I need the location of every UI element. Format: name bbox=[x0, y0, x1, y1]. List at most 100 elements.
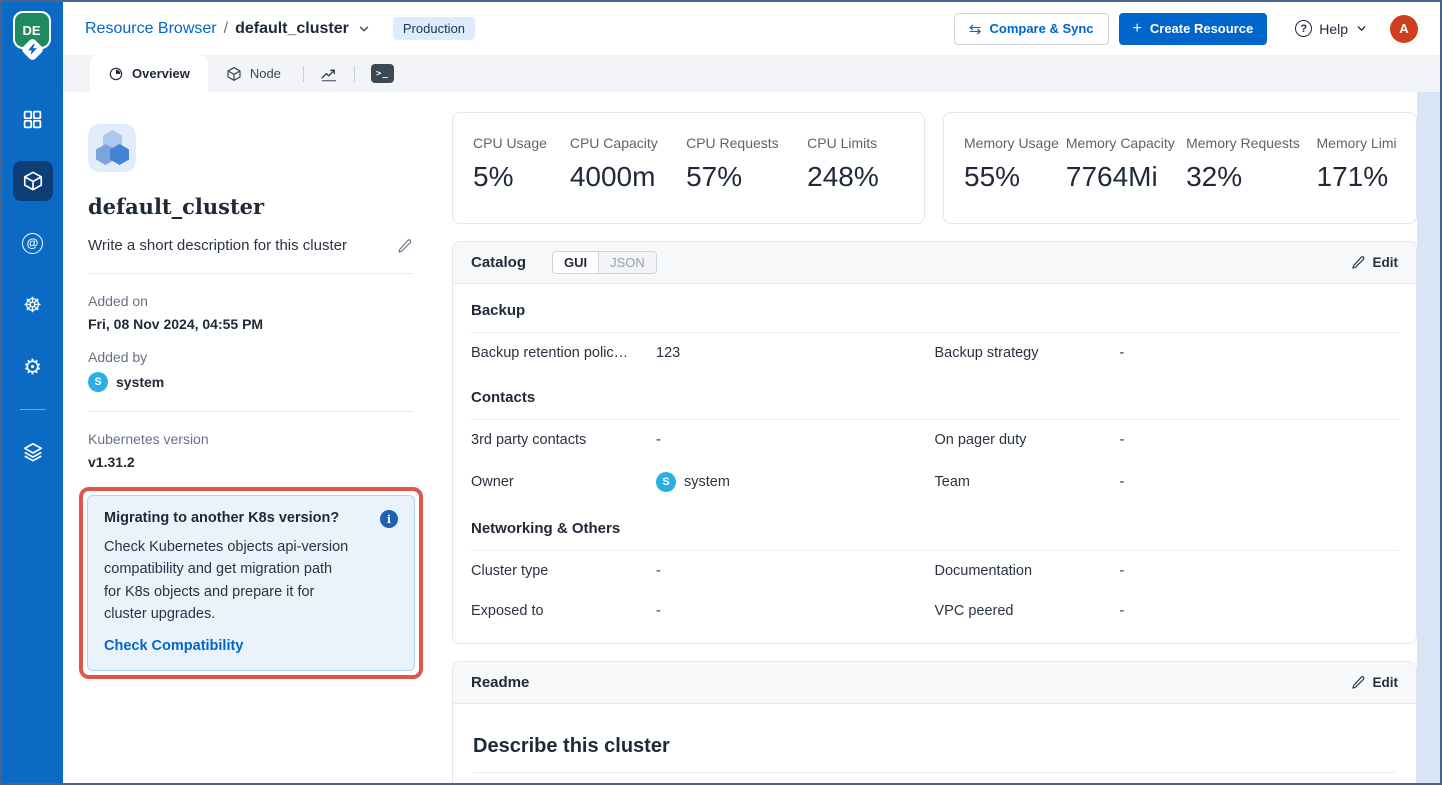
added-by-label: Added by bbox=[88, 349, 413, 365]
divider bbox=[88, 411, 413, 412]
annotation-highlight-border: Migrating to another K8s version? i Chec… bbox=[79, 487, 423, 679]
section-title-backup: Backup bbox=[471, 286, 1398, 333]
memory-requests-label: Memory Requests bbox=[1186, 135, 1316, 151]
field-documentation: Documentation - bbox=[935, 551, 1399, 591]
at-circle-icon: @ bbox=[22, 233, 43, 254]
cube-icon bbox=[22, 170, 44, 192]
cluster-hexagons-icon bbox=[88, 124, 136, 172]
readme-body: Describe this cluster bbox=[453, 704, 1416, 785]
environment-badge: Production bbox=[393, 17, 475, 40]
overview-icon bbox=[108, 66, 124, 82]
gear-icon: ⚙ bbox=[23, 357, 42, 378]
swap-arrows-icon: ⇆ bbox=[969, 20, 982, 38]
header-actions: ⇆ Compare & Sync + Create Resource ? Hel… bbox=[954, 13, 1418, 45]
tab-monitoring[interactable] bbox=[308, 55, 350, 92]
cpu-requests-value: 57% bbox=[686, 161, 807, 193]
memory-limits-label: Memory Limits bbox=[1317, 135, 1396, 151]
toggle-json[interactable]: JSON bbox=[599, 252, 656, 273]
sidebar-item-resource-browser[interactable] bbox=[13, 161, 53, 201]
readme-heading: Describe this cluster bbox=[473, 735, 1396, 773]
compare-sync-label: Compare & Sync bbox=[989, 21, 1093, 36]
field-on-pager-duty: On pager duty - bbox=[935, 420, 1399, 460]
sidebar-item-stack-manager[interactable] bbox=[13, 432, 53, 472]
cluster-tabbar: Overview Node >_ bbox=[63, 55, 1440, 92]
sidebar-divider bbox=[20, 409, 46, 410]
pencil-icon bbox=[1351, 255, 1366, 270]
breadcrumb-resource-browser[interactable]: Resource Browser bbox=[85, 20, 217, 38]
readme-edit-button[interactable]: Edit bbox=[1351, 675, 1399, 690]
pencil-icon bbox=[1351, 675, 1366, 690]
app-window: DE @ bbox=[0, 0, 1442, 785]
toggle-gui[interactable]: GUI bbox=[553, 252, 599, 273]
page-header: Resource Browser / default_cluster Produ… bbox=[63, 2, 1440, 55]
cpu-limits-value: 248% bbox=[807, 161, 904, 193]
field-exposed-to: Exposed to - bbox=[471, 591, 935, 631]
scrollbar-gutter[interactable] bbox=[1417, 92, 1440, 783]
memory-limits-value: 171% bbox=[1317, 161, 1396, 193]
tab-overview[interactable]: Overview bbox=[90, 55, 208, 92]
field-backup-retention: Backup retention polic… 123 bbox=[471, 333, 935, 373]
node-cube-icon bbox=[226, 66, 242, 82]
sidebar-item-helm-charts[interactable]: ☸ bbox=[13, 285, 53, 325]
plus-icon: + bbox=[1133, 20, 1142, 38]
help-menu[interactable]: ? Help bbox=[1295, 20, 1368, 37]
catalog-card: Catalog GUI JSON Edit Ba bbox=[452, 241, 1417, 644]
field-3rd-party-contacts: 3rd party contacts - bbox=[471, 420, 935, 460]
cpu-stats-card: CPU Usage5% CPU Capacity4000m CPU Reques… bbox=[452, 112, 925, 224]
callout-body: Check Kubernetes objects api-version com… bbox=[104, 536, 352, 626]
create-resource-label: Create Resource bbox=[1150, 21, 1253, 36]
field-team: Team - bbox=[935, 460, 1399, 504]
sidebar-item-jobs[interactable]: @ bbox=[13, 223, 53, 263]
compare-sync-button[interactable]: ⇆ Compare & Sync bbox=[954, 13, 1109, 45]
cluster-switch-chevron-down-icon[interactable] bbox=[357, 22, 371, 36]
grid-icon bbox=[22, 109, 43, 130]
field-owner: Owner S system bbox=[471, 460, 935, 504]
question-mark-icon: ? bbox=[1295, 20, 1312, 37]
app-sidebar: DE @ bbox=[2, 2, 63, 783]
create-resource-button[interactable]: + Create Resource bbox=[1119, 13, 1268, 45]
terminal-icon: >_ bbox=[371, 64, 394, 83]
breadcrumb-separator: / bbox=[224, 20, 228, 38]
sidebar-nav: @ ☸ ⚙ bbox=[13, 99, 53, 472]
tab-terminal[interactable]: >_ bbox=[359, 55, 406, 92]
user-avatar[interactable]: A bbox=[1390, 15, 1418, 43]
tab-separator bbox=[303, 66, 304, 82]
memory-stats-card: Memory Usage55% Memory Capacity7764Mi Me… bbox=[943, 112, 1417, 224]
edit-description-pencil-icon[interactable] bbox=[397, 238, 413, 254]
catalog-view-toggle: GUI JSON bbox=[552, 251, 657, 274]
memory-usage-value: 55% bbox=[964, 161, 1066, 193]
tab-node-label: Node bbox=[250, 66, 281, 81]
cluster-description-placeholder: Write a short description for this clust… bbox=[88, 237, 347, 254]
k8s-migration-callout: Migrating to another K8s version? i Chec… bbox=[87, 495, 415, 671]
divider bbox=[88, 273, 413, 274]
helm-wheel-icon: ☸ bbox=[23, 295, 42, 316]
cpu-capacity-value: 4000m bbox=[570, 161, 686, 193]
field-backup-strategy: Backup strategy - bbox=[935, 333, 1399, 373]
cpu-usage-label: CPU Usage bbox=[473, 135, 570, 151]
readme-header: Readme Edit bbox=[453, 662, 1416, 704]
section-title-networking: Networking & Others bbox=[471, 504, 1398, 551]
help-chevron-down-icon bbox=[1355, 22, 1368, 35]
check-compatibility-link[interactable]: Check Compatibility bbox=[104, 638, 398, 654]
memory-capacity-label: Memory Capacity bbox=[1066, 135, 1186, 151]
resource-stats-row: CPU Usage5% CPU Capacity4000m CPU Reques… bbox=[452, 112, 1417, 224]
readme-card: Readme Edit Describe this cluster bbox=[452, 661, 1417, 785]
catalog-body: Backup Backup retention polic… 123 Backu… bbox=[453, 284, 1416, 643]
catalog-edit-button[interactable]: Edit bbox=[1351, 255, 1399, 270]
sidebar-item-applications[interactable] bbox=[13, 99, 53, 139]
cpu-limits-label: CPU Limits bbox=[807, 135, 904, 151]
cpu-requests-label: CPU Requests bbox=[686, 135, 807, 151]
system-avatar: S bbox=[88, 372, 108, 392]
tab-separator bbox=[354, 66, 355, 82]
tab-node[interactable]: Node bbox=[208, 55, 299, 92]
cpu-usage-value: 5% bbox=[473, 161, 570, 193]
field-vpc-peered: VPC peered - bbox=[935, 591, 1399, 631]
main-column: Resource Browser / default_cluster Produ… bbox=[63, 2, 1440, 783]
memory-capacity-value: 7764Mi bbox=[1066, 161, 1186, 193]
devtron-logo[interactable]: DE bbox=[13, 11, 53, 63]
catalog-header: Catalog GUI JSON Edit bbox=[453, 242, 1416, 284]
catalog-title: Catalog bbox=[471, 254, 526, 271]
added-on-value: Fri, 08 Nov 2024, 04:55 PM bbox=[88, 316, 413, 332]
callout-title: Migrating to another K8s version? bbox=[104, 510, 339, 526]
sidebar-item-global-config[interactable]: ⚙ bbox=[13, 347, 53, 387]
